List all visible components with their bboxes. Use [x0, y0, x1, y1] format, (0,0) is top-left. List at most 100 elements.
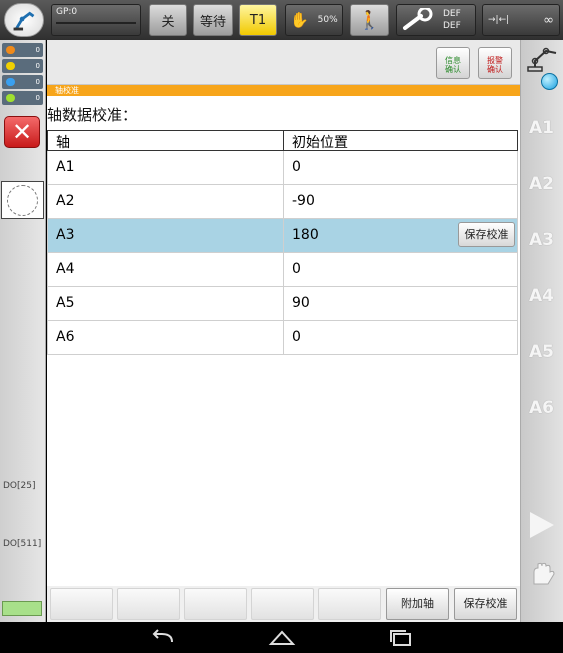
infinity-label: ∞: [543, 12, 554, 28]
page-title: 轴数据校准：: [47, 106, 138, 124]
softkey-1[interactable]: [50, 588, 113, 620]
table-row-a1[interactable]: A1 0: [47, 151, 518, 185]
orange-dot-icon: [6, 46, 15, 54]
external-axis-label: 附加轴: [401, 597, 434, 610]
cell-value[interactable]: 180: [292, 227, 319, 243]
jog-axis-a3[interactable]: A3: [529, 230, 554, 250]
cell-axis: A6: [56, 329, 75, 345]
jog-axis-a2[interactable]: A2: [529, 174, 554, 194]
table-row-a5[interactable]: A5 90: [47, 287, 518, 321]
right-sidebar: A1 A2 A3 A4 A5 A6: [520, 40, 563, 622]
do511-label[interactable]: DO[511]: [3, 539, 41, 549]
cell-value[interactable]: -90: [292, 193, 315, 209]
tool-frame-button[interactable]: DEF DEF: [396, 4, 476, 36]
table-row-a3[interactable]: A3 180 保存校准: [47, 219, 518, 253]
incremental-mode-button[interactable]: →|←| ∞: [482, 4, 560, 36]
external-axis-button[interactable]: 附加轴: [386, 588, 449, 620]
drive-off-button[interactable]: 关: [149, 4, 187, 36]
table-row-a6[interactable]: A6 0: [47, 321, 518, 355]
wait-status-button[interactable]: 等待: [193, 4, 233, 36]
status-bar: GP:0 关 等待 T1 ✋ 50% 🚶 DEF DEF →|←| ∞: [0, 0, 563, 40]
jog-axis-a5[interactable]: A5: [529, 342, 554, 362]
drive-off-label: 关: [161, 14, 175, 30]
softkey-4[interactable]: [251, 588, 314, 620]
led-count: 0: [35, 78, 40, 86]
status-indicator: [2, 601, 42, 616]
softkey-5[interactable]: [318, 588, 381, 620]
row-save-label: 保存校准: [464, 228, 509, 241]
recent-apps-icon[interactable]: [386, 628, 416, 648]
mode-label: T1: [249, 12, 267, 28]
robot-arm-icon[interactable]: [526, 43, 560, 73]
cell-value[interactable]: 0: [292, 261, 301, 277]
save-calibration-label: 保存校准: [463, 597, 508, 610]
do25-label[interactable]: DO[25]: [3, 481, 36, 491]
led-blue[interactable]: 0: [2, 75, 43, 89]
run-mode-button[interactable]: 🚶: [350, 4, 389, 36]
led-count: 0: [35, 94, 40, 102]
row-save-calibration-button[interactable]: 保存校准: [458, 222, 515, 247]
wrench-icon: [403, 8, 433, 30]
speed-override-button[interactable]: ✋ 50%: [285, 4, 343, 36]
window-tab-label: 轴校准: [55, 86, 79, 95]
left-sidebar: 0 0 0 0 ✕ DO[25] DO[511]: [0, 40, 46, 622]
alarm-ack-label: 报警 确认: [487, 56, 503, 74]
cell-axis: A5: [56, 295, 75, 311]
android-nav-bar: [0, 622, 563, 653]
window-tab-bar: 轴校准: [47, 85, 520, 96]
message-bar: 信息 确认 报警 确认: [47, 40, 520, 85]
base-def-label: DEF: [443, 21, 461, 31]
close-icon: ✕: [11, 118, 33, 146]
tool-def-label: DEF: [443, 9, 461, 19]
softkey-3[interactable]: [184, 588, 247, 620]
cell-axis: A1: [56, 159, 75, 175]
jog-axis-a1[interactable]: A1: [529, 118, 554, 138]
clock-icon: [7, 185, 38, 216]
gp-label: GP:0: [56, 7, 78, 17]
mode-t1-button[interactable]: T1: [239, 4, 277, 36]
status-dot-icon: [541, 73, 558, 90]
clock-widget[interactable]: [1, 181, 44, 219]
table-header: 轴 初始位置: [47, 130, 518, 151]
green-dot-icon: [6, 94, 15, 102]
alarm-ack-button[interactable]: 报警 确认: [478, 47, 512, 79]
cell-axis: A2: [56, 193, 75, 209]
robot-arm-icon: [13, 11, 35, 31]
jog-axis-a6[interactable]: A6: [529, 398, 554, 418]
jog-axis-a4[interactable]: A4: [529, 286, 554, 306]
led-green[interactable]: 0: [2, 91, 43, 105]
axis-calibration-table: 轴 初始位置 A1 0 A2 -90 A3 180 保存校准 A4 0 A5 9…: [47, 130, 518, 355]
cell-value[interactable]: 90: [292, 295, 310, 311]
robot-logo-button[interactable]: [4, 3, 44, 37]
header-initial-position: 初始位置: [292, 135, 348, 151]
wait-label: 等待: [199, 14, 226, 30]
cell-value[interactable]: 0: [292, 159, 301, 175]
home-icon[interactable]: [267, 628, 297, 648]
yellow-dot-icon: [6, 62, 15, 70]
led-yellow[interactable]: 0: [2, 59, 43, 73]
led-count: 0: [35, 62, 40, 70]
cell-axis: A4: [56, 261, 75, 277]
info-ack-label: 信息 确认: [445, 56, 461, 74]
speed-label: 50%: [317, 15, 338, 25]
blue-dot-icon: [6, 78, 15, 86]
softkey-2[interactable]: [117, 588, 180, 620]
table-row-a2[interactable]: A2 -90: [47, 185, 518, 219]
table-row-a4[interactable]: A4 0: [47, 253, 518, 287]
info-ack-button[interactable]: 信息 确认: [436, 47, 470, 79]
gp-indicator[interactable]: GP:0: [51, 4, 141, 36]
play-icon[interactable]: [530, 512, 554, 538]
cell-axis: A3: [56, 227, 75, 243]
led-count: 0: [35, 46, 40, 54]
jog-hand-icon[interactable]: [528, 558, 558, 588]
increment-arrows-icon: →|←|: [488, 15, 510, 25]
hand-icon: ✋: [290, 11, 309, 29]
led-orange[interactable]: 0: [2, 43, 43, 57]
back-icon[interactable]: [148, 628, 178, 648]
header-axis: 轴: [56, 135, 70, 151]
main-panel: 信息 确认 报警 确认 轴校准 轴数据校准： 轴 初始位置 A1 0 A2 -9…: [47, 40, 520, 622]
save-calibration-button[interactable]: 保存校准: [454, 588, 517, 620]
close-button[interactable]: ✕: [4, 116, 40, 148]
cell-value[interactable]: 0: [292, 329, 301, 345]
walking-person-icon: 🚶: [358, 9, 381, 31]
